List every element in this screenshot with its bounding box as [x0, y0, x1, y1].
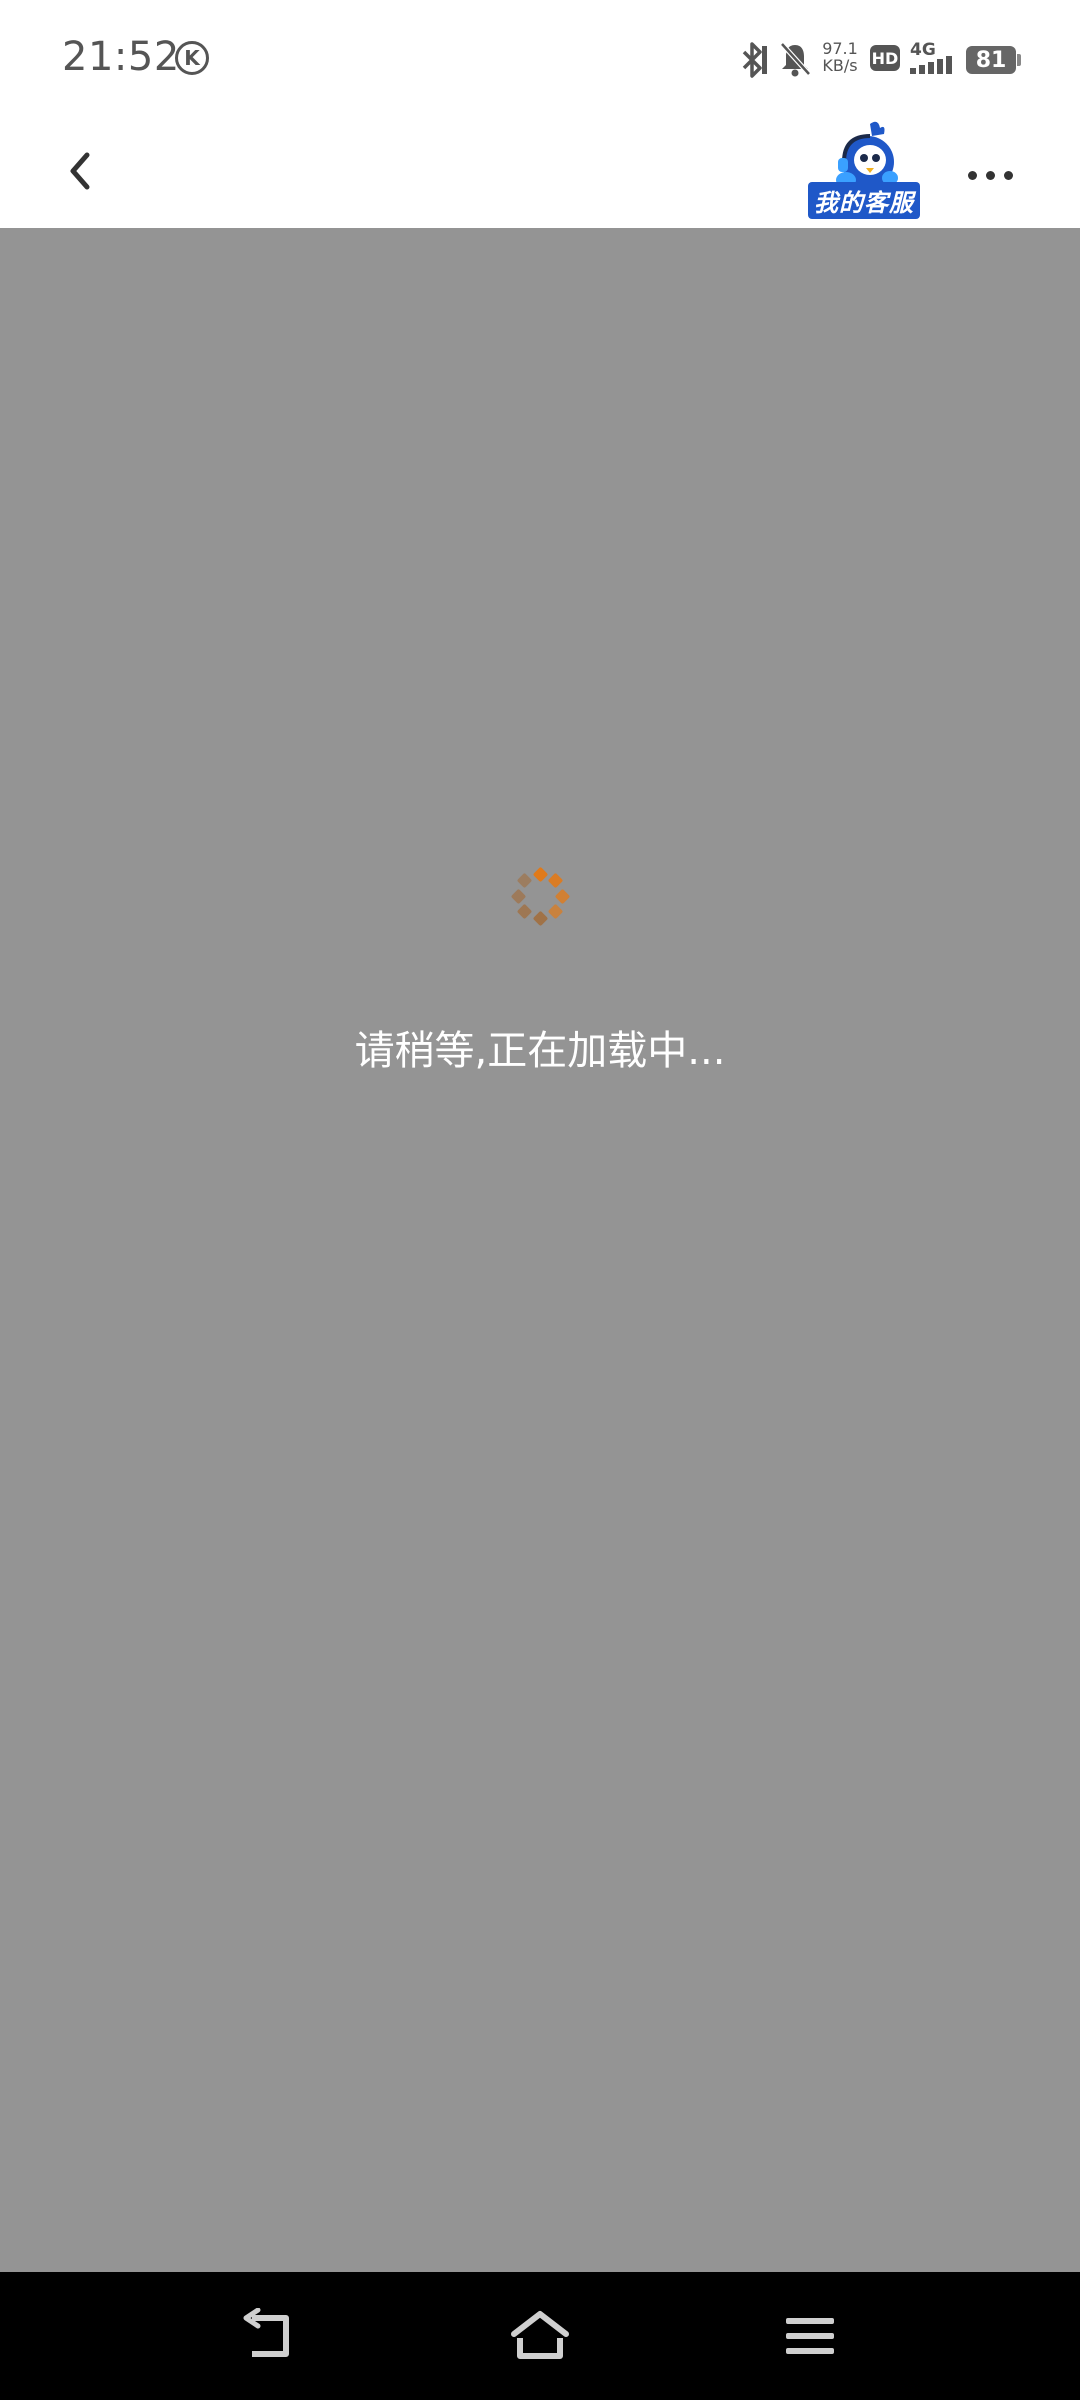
app-header: 我的客服 — [0, 118, 1080, 228]
spinner-dot — [516, 903, 533, 920]
network-speed-value: 97.1 — [822, 39, 858, 58]
more-dots-icon — [967, 170, 977, 180]
home-icon — [511, 2311, 569, 2359]
spinner-dot — [554, 888, 570, 904]
bluetooth-icon — [742, 42, 767, 78]
spinner-dot — [516, 872, 533, 889]
menu-icon — [786, 2318, 834, 2354]
customer-service-logo: 我的客服 — [800, 118, 936, 219]
nav-menu-button[interactable] — [774, 2300, 846, 2372]
spinner-dot — [547, 903, 564, 920]
more-dots-icon — [1003, 170, 1013, 180]
nav-back-button[interactable] — [234, 2300, 306, 2372]
more-dots-icon — [985, 170, 995, 180]
logo-text: 我的客服 — [808, 182, 920, 219]
spinner-dot — [532, 866, 548, 882]
spinner-dot — [532, 910, 548, 926]
loading-overlay: 请稍等,正在加载中... — [0, 228, 1080, 2272]
battery-icon: 81 — [966, 46, 1016, 74]
more-options-button[interactable] — [955, 150, 1025, 200]
back-button[interactable] — [50, 134, 110, 208]
loading-text: 请稍等,正在加载中... — [354, 1028, 726, 1074]
nav-home-button[interactable] — [504, 2300, 576, 2372]
system-nav-bar — [0, 2272, 1080, 2400]
status-time: 21:52 — [62, 34, 180, 80]
signal-icon: 4G — [910, 40, 958, 74]
back-nav-icon — [243, 2308, 289, 2357]
status-bar: 21:52 K 97.1 KB/s HD 4G 81 — [0, 0, 1080, 118]
hd-badge: HD — [870, 45, 900, 71]
spinner-dot — [510, 888, 526, 904]
back-arrow-icon — [70, 152, 90, 190]
network-speed-unit: KB/s — [822, 56, 858, 75]
mute-bell-icon — [780, 42, 811, 77]
k-badge-icon: K — [175, 41, 209, 75]
battery-tip — [1017, 54, 1021, 66]
spinner-dot — [547, 872, 564, 889]
network-speed: 97.1 KB/s — [820, 40, 860, 74]
